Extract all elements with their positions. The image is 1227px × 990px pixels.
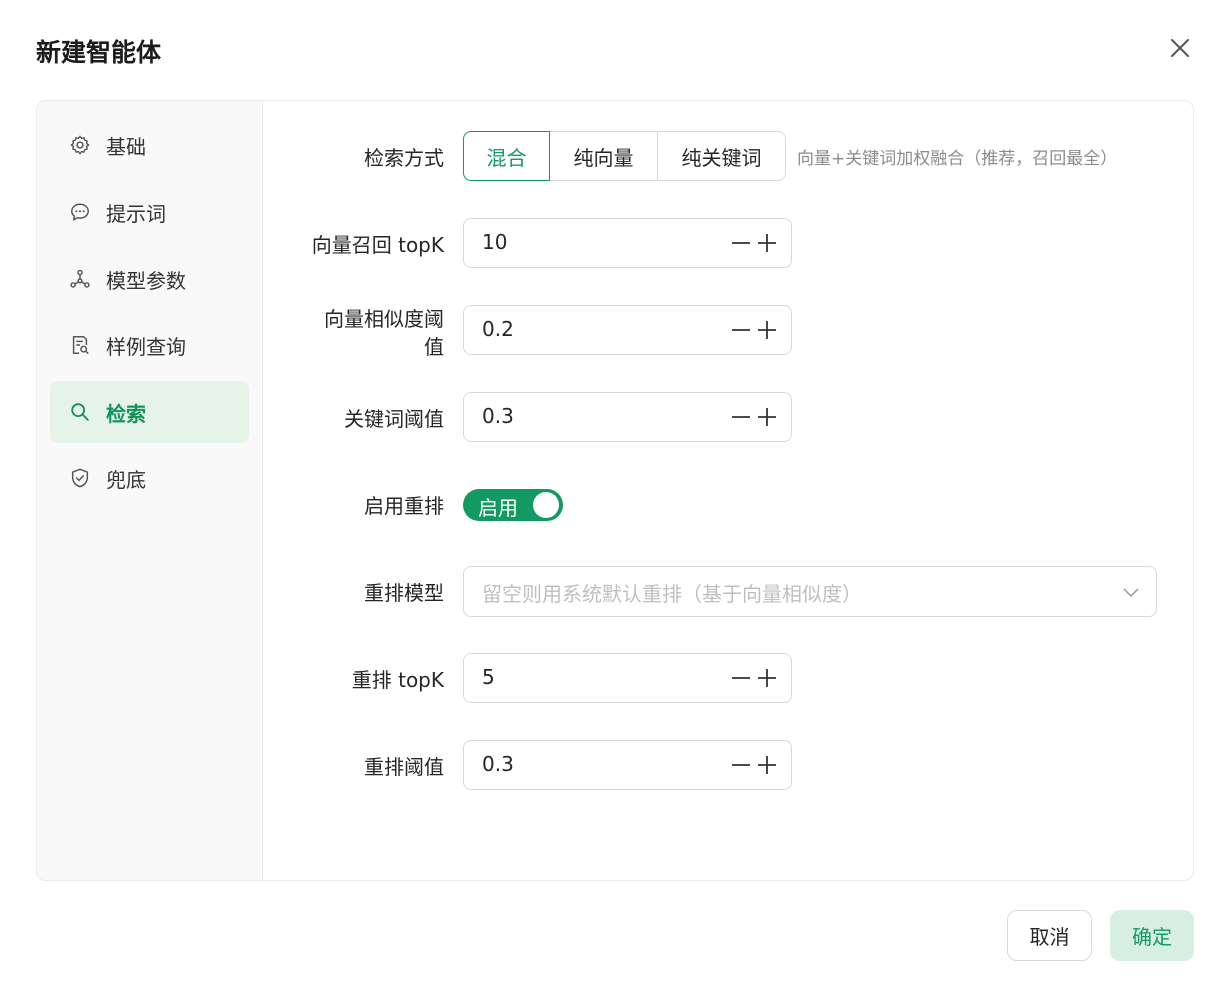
content-panel: 基础 提示词 模型参数 样例查询 检索 兜底 检索方式 混合 纯向量 纯关键词 … xyxy=(36,100,1194,881)
minus-icon[interactable] xyxy=(730,232,752,254)
sidebar-item-label: 模型参数 xyxy=(106,268,186,293)
sidebar-item-label: 基础 xyxy=(106,134,146,159)
plus-icon[interactable] xyxy=(756,319,778,341)
rerank-model-label: 重排模型 xyxy=(364,581,444,605)
sidebar-item-prompt[interactable]: 提示词 xyxy=(50,181,249,243)
sidebar-item-retrieval[interactable]: 检索 xyxy=(50,381,249,443)
minus-icon[interactable] xyxy=(730,754,752,776)
minus-icon[interactable] xyxy=(730,319,752,341)
network-icon xyxy=(70,269,90,288)
sidebar-item-label: 样例查询 xyxy=(106,334,186,359)
rerank-topk-value[interactable]: 5 xyxy=(482,665,495,689)
rerank-threshold-value[interactable]: 0.3 xyxy=(482,752,514,776)
chat-icon xyxy=(71,203,89,221)
plus-icon[interactable] xyxy=(756,667,778,689)
keyword-threshold-stepper[interactable]: 0.3 xyxy=(463,392,792,442)
shield-check-icon xyxy=(71,468,89,488)
cancel-button[interactable]: 取消 xyxy=(1007,910,1092,961)
vector-threshold-stepper[interactable]: 0.2 xyxy=(463,305,792,355)
chevron-down-icon xyxy=(1123,588,1139,598)
sidebar: 基础 提示词 模型参数 样例查询 检索 兜底 xyxy=(37,101,263,880)
mode-option-vector[interactable]: 纯向量 xyxy=(549,131,658,181)
vector-threshold-label: 向量相似度阈 值 xyxy=(324,305,444,361)
vector-topk-stepper[interactable]: 10 xyxy=(463,218,792,268)
retrieval-mode-label: 检索方式 xyxy=(364,146,444,170)
confirm-button[interactable]: 确定 xyxy=(1110,910,1194,961)
mode-option-hybrid[interactable]: 混合 xyxy=(463,131,550,181)
sidebar-item-label: 检索 xyxy=(106,401,146,426)
minus-icon[interactable] xyxy=(730,406,752,428)
sidebar-item-basic[interactable]: 基础 xyxy=(50,114,249,176)
sidebar-item-fallback[interactable]: 兜底 xyxy=(50,447,249,509)
dialog-title: 新建智能体 xyxy=(36,38,162,67)
minus-icon[interactable] xyxy=(730,667,752,689)
mode-option-keyword[interactable]: 纯关键词 xyxy=(657,131,786,181)
rerank-enabled-label: 启用重排 xyxy=(364,494,444,518)
retrieval-mode-segmented: 混合 纯向量 纯关键词 xyxy=(463,131,786,181)
vector-topk-label: 向量召回 topK xyxy=(311,233,444,257)
vector-threshold-label-line1: 向量相似度阈 xyxy=(324,307,444,331)
retrieval-mode-hint: 向量+关键词加权融合（推荐，召回最全） xyxy=(797,149,1118,169)
plus-icon[interactable] xyxy=(756,754,778,776)
search-icon xyxy=(71,403,89,421)
sidebar-item-model-params[interactable]: 模型参数 xyxy=(50,248,249,310)
vector-threshold-label-line2: 值 xyxy=(424,335,444,359)
toggle-knob xyxy=(533,492,559,518)
sidebar-item-label: 提示词 xyxy=(106,201,166,226)
rerank-model-select[interactable]: 留空则用系统默认重排（基于向量相似度） xyxy=(463,566,1157,617)
rerank-toggle[interactable]: 启用 xyxy=(463,489,563,521)
sidebar-item-sample-queries[interactable]: 样例查询 xyxy=(50,314,249,376)
plus-icon[interactable] xyxy=(756,232,778,254)
toggle-label: 启用 xyxy=(478,496,518,520)
plus-icon[interactable] xyxy=(756,406,778,428)
doc-search-icon xyxy=(72,336,89,354)
new-agent-dialog: 新建智能体 基础 提示词 模型参数 样例查询 检索 兜底 检索方式 混合 纯向量… xyxy=(0,0,1227,990)
keyword-threshold-label: 关键词阈值 xyxy=(344,407,444,431)
close-icon[interactable] xyxy=(1166,34,1194,62)
rerank-model-placeholder: 留空则用系统默认重排（基于向量相似度） xyxy=(482,582,862,606)
vector-topk-value[interactable]: 10 xyxy=(482,230,507,254)
rerank-threshold-label: 重排阈值 xyxy=(364,755,444,779)
sidebar-item-label: 兜底 xyxy=(106,467,146,492)
rerank-topk-label: 重排 topK xyxy=(351,668,444,692)
vector-threshold-value[interactable]: 0.2 xyxy=(482,317,514,341)
rerank-threshold-stepper[interactable]: 0.3 xyxy=(463,740,792,790)
gear-icon xyxy=(70,135,90,155)
rerank-topk-stepper[interactable]: 5 xyxy=(463,653,792,703)
keyword-threshold-value[interactable]: 0.3 xyxy=(482,404,514,428)
